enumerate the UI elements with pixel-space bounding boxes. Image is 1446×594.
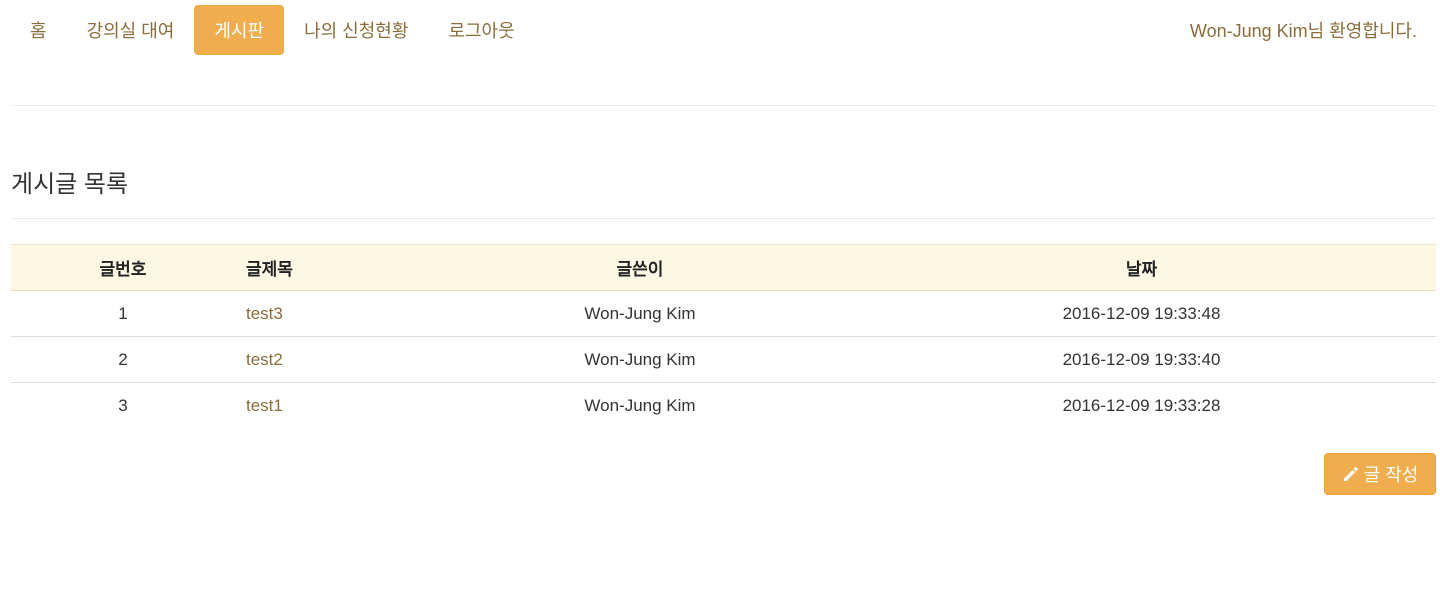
post-title-link[interactable]: test3 [246, 304, 283, 323]
pencil-icon [1342, 465, 1360, 483]
post-number: 1 [11, 290, 235, 337]
nav-item-logout[interactable]: 로그아웃 [428, 5, 534, 55]
post-title-link[interactable]: test2 [246, 350, 283, 369]
table-row: 3 test1 Won-Jung Kim 2016-12-09 19:33:28 [11, 383, 1436, 429]
post-title-cell: test3 [235, 290, 433, 337]
column-header-number: 글번호 [11, 244, 235, 291]
post-title-cell: test2 [235, 336, 433, 383]
page-title: 게시글 목록 [11, 171, 129, 198]
post-writer: Won-Jung Kim [584, 395, 696, 415]
post-title-cell: test1 [235, 383, 433, 429]
post-title-link[interactable]: test1 [246, 396, 283, 415]
divider [11, 105, 1436, 106]
post-table: 글번호 글제목 글쓴이 날짜 1 test3 Won-Jung Kim 2016… [11, 244, 1436, 428]
write-post-button[interactable]: 글 작성 [1324, 453, 1436, 495]
post-date: 2016-12-09 19:33:28 [1062, 395, 1221, 415]
welcome-message: Won-Jung Kim님 환영합니다. [1189, 21, 1417, 41]
post-date: 2016-12-09 19:33:40 [847, 336, 1436, 383]
column-header-writer: 글쓴이 [433, 244, 847, 291]
table-header-row: 글번호 글제목 글쓴이 날짜 [11, 244, 1436, 291]
write-post-label: 글 작성 [1363, 465, 1419, 485]
nav-item-my-applications[interactable]: 나의 신청현황 [284, 5, 428, 55]
post-number: 3 [118, 395, 128, 415]
page: 홈 강의실 대여 게시판 나의 신청현황 로그아웃 Won-Jung Kim님 … [0, 0, 1446, 594]
post-writer: Won-Jung Kim [433, 336, 847, 383]
post-number: 2 [11, 336, 235, 383]
nav-item-room-rental[interactable]: 강의실 대여 [67, 5, 195, 55]
column-header-title: 글제목 [235, 244, 433, 291]
top-nav: 홈 강의실 대여 게시판 나의 신청현황 로그아웃 [11, 5, 535, 55]
table-row: 2 test2 Won-Jung Kim 2016-12-09 19:33:40 [11, 336, 1436, 383]
table-row: 1 test3 Won-Jung Kim 2016-12-09 19:33:48 [11, 290, 1436, 337]
post-writer: Won-Jung Kim [433, 290, 847, 337]
nav-item-home[interactable]: 홈 [11, 5, 67, 55]
nav-item-board[interactable]: 게시판 [194, 5, 285, 55]
divider [11, 218, 1436, 219]
column-header-date: 날짜 [847, 244, 1436, 291]
post-date: 2016-12-09 19:33:48 [847, 290, 1436, 337]
